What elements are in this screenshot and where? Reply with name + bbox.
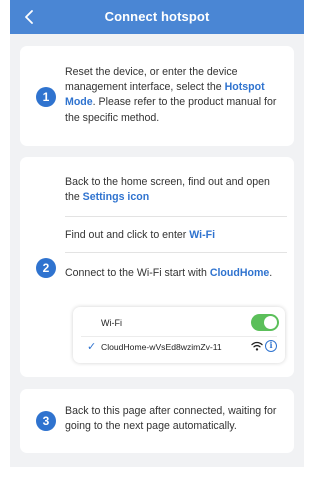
step-3-badge: 3 [36,411,56,431]
wifi-label: Wi-Fi [101,318,122,328]
wifi-settings-illustration: Wi-Fi ✓ CloudHome-wVsEd8wzimZv-11 i [73,307,285,363]
step-1-badge: 1 [36,87,56,107]
header-bar: Connect hotspot [10,0,304,34]
step-2c-text: Connect to the Wi-Fi start with CloudHom… [65,266,285,281]
step-1-text-part: . Please refer to the product manual for… [65,96,277,124]
wifi-toggle[interactable] [251,314,279,331]
step-2c-text-part: . [269,267,273,279]
page-title: Connect hotspot [104,9,210,24]
screen: Connect hotspot 1 Reset the device, or e… [10,0,304,467]
cloudhome-highlight: CloudHome [209,267,270,279]
wifi-network-name[interactable]: CloudHome-wVsEd8wzimZv-11 [101,342,222,352]
step-1-text: Reset the device, or enter the device ma… [65,65,285,126]
step-3-text: Back to this page after connected, waiti… [65,405,277,433]
step-3-card: 3 Back to this page after connected, wai… [20,389,294,453]
settings-icon-highlight: Settings icon [82,191,150,204]
divider [65,252,287,253]
divider [81,336,277,337]
step-2b-text-part: Find out and click to enter [65,229,190,241]
step-1-text-part: Reset the device, or enter the device ma… [65,66,238,94]
step-1-card: 1 Reset the device, or enter the device … [20,46,294,146]
step-2c-text-part: Connect to the Wi-Fi start with [65,267,210,279]
step-2-card: Back to the home screen, find out and op… [20,157,294,377]
checkmark-icon: ✓ [87,341,97,353]
wifi-signal-icon [251,341,263,351]
step-2-badge: 2 [36,258,56,278]
toggle-knob [264,316,277,329]
step-2a-text: Back to the home screen, find out and op… [65,175,285,205]
divider [65,216,287,217]
wifi-highlight: Wi-Fi [189,229,216,241]
step-2b-text: Find out and click to enter Wi-Fi [65,228,285,243]
info-icon[interactable]: i [265,340,277,352]
